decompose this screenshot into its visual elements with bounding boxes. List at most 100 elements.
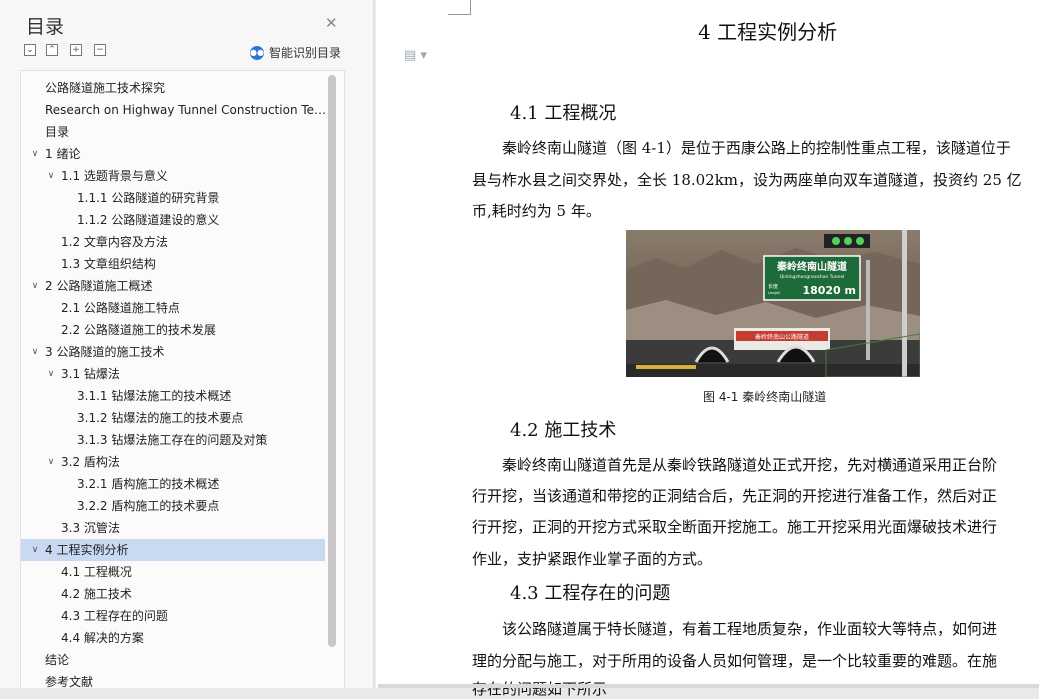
toc-item[interactable]: 目录 bbox=[21, 121, 325, 143]
toc-item-label: 1.1.2 公路隧道建设的意义 bbox=[77, 213, 220, 227]
section-heading-4-3: 4.3 工程存在的问题 bbox=[510, 583, 671, 604]
toc-item[interactable]: 4.2 施工技术 bbox=[21, 583, 325, 605]
toc-item-label: 目录 bbox=[45, 125, 70, 139]
add-heading-icon[interactable]: + bbox=[70, 44, 82, 56]
toc-item[interactable]: 4.1 工程概况 bbox=[21, 561, 325, 583]
toc-item-label: 1.1.1 公路隧道的研究背景 bbox=[77, 191, 220, 205]
smart-toc-icon: ●● bbox=[250, 45, 264, 60]
collapse-all-icon[interactable]: ⌄ bbox=[24, 44, 36, 56]
chevron-down-icon[interactable]: ∨ bbox=[29, 341, 41, 363]
toc-item-label: 3.1 钻爆法 bbox=[61, 367, 120, 381]
toc-item[interactable]: Research on Highway Tunnel Construction … bbox=[21, 99, 325, 121]
toc-item[interactable]: 2.1 公路隧道施工特点 bbox=[21, 297, 325, 319]
toc-item-label: 公路隧道施工技术探究 bbox=[45, 81, 166, 95]
doc-view-icon[interactable]: ▤ ▾ bbox=[404, 48, 427, 63]
toc-item-label: 参考文献 bbox=[45, 675, 94, 688]
toc-list: 公路隧道施工技术探究 Research on Highway Tunnel Con… bbox=[20, 70, 345, 688]
paragraph-line: 秦岭终南山隧道首先是从秦岭铁路隧道处正式开挖，先对横通道采用正台阶 bbox=[502, 456, 998, 474]
toc-item-label: 1.1 选题背景与意义 bbox=[61, 169, 168, 183]
sign-length-label: 长度 bbox=[768, 283, 778, 290]
toc-item[interactable]: 3.1.2 钻爆法的施工的技术要点 bbox=[21, 407, 325, 429]
figure-caption: 图 4-1 秦岭终南山隧道 bbox=[703, 390, 827, 404]
toc-item-label: 3.2.1 盾构施工的技术概述 bbox=[77, 477, 220, 491]
portal-banner-text: 秦岭终南山公路隧道 bbox=[755, 333, 809, 341]
chevron-down-icon[interactable]: ∨ bbox=[29, 143, 41, 165]
toc-item[interactable]: 1.1.1 公路隧道的研究背景 bbox=[21, 187, 325, 209]
toc-item-label: 3.2 盾构法 bbox=[61, 455, 120, 469]
toc-item[interactable]: 结论 bbox=[21, 649, 325, 671]
toc-item[interactable]: 4.4 解决的方案 bbox=[21, 627, 325, 649]
chevron-down-icon[interactable]: ∨ bbox=[45, 451, 57, 473]
toc-item-label: 4 工程实例分析 bbox=[45, 543, 129, 557]
sign-length-value: 18020 m bbox=[802, 284, 856, 297]
toc-item[interactable]: ∨ 3.1 钻爆法 bbox=[21, 363, 325, 385]
section-heading-4-1: 4.1 工程概况 bbox=[510, 103, 617, 124]
paragraph-line: 理的分配与施工，对于所用的设备人员如何管理，是一个比较重要的难题。在施 bbox=[472, 652, 998, 670]
toc-item[interactable]: ∨ 1.1 选题背景与意义 bbox=[21, 165, 325, 187]
toc-item[interactable]: 3.2.2 盾构施工的技术要点 bbox=[21, 495, 325, 517]
chevron-down-icon[interactable]: ∨ bbox=[45, 165, 57, 187]
sign-pinyin: Qinlingzhongnanshan Tunnel bbox=[780, 274, 845, 280]
toc-item-label: 3.2.2 盾构施工的技术要点 bbox=[77, 499, 220, 513]
toc-item[interactable]: 3.1.1 钻爆法施工的技术概述 bbox=[21, 385, 325, 407]
toc-item-label: 4.2 施工技术 bbox=[61, 587, 132, 601]
chevron-down-icon[interactable]: ∨ bbox=[29, 275, 41, 297]
smart-toc-label: 智能识别目录 bbox=[269, 46, 342, 60]
sign-length-sublabel: Length bbox=[768, 291, 780, 295]
section-heading-4-2: 4.2 施工技术 bbox=[510, 420, 617, 441]
toc-item[interactable]: 1.2 文章内容及方法 bbox=[21, 231, 325, 253]
toc-item-label: 1.3 文章组织结构 bbox=[61, 257, 156, 271]
toc-item-label: 3 公路隧道的施工技术 bbox=[45, 345, 165, 359]
paragraph-line: 行开挖，正洞的开挖方式采取全断面开挖施工。施工开挖采用光面爆破技术进行 bbox=[472, 518, 998, 536]
toc-item-label: 2 公路隧道施工概述 bbox=[45, 279, 153, 293]
toc-item-label: 3.1.3 钻爆法施工存在的问题及对策 bbox=[77, 433, 268, 447]
toc-item[interactable]: ∨ 3.2 盾构法 bbox=[21, 451, 325, 473]
toc-item-label: Research on Highway Tunnel Construction … bbox=[45, 103, 325, 117]
toc-item[interactable]: ∨ 1 绪论 bbox=[21, 143, 325, 165]
expand-all-icon[interactable]: ⌃ bbox=[46, 44, 58, 56]
paragraph-line: 币,耗时约为 5 年。 bbox=[472, 202, 601, 220]
paragraph-line: 存在的问题如下所示 bbox=[472, 680, 608, 698]
sign-title: 秦岭终南山隧道 bbox=[776, 260, 847, 273]
toc-item[interactable]: 2.2 公路隧道施工的技术发展 bbox=[21, 319, 325, 341]
toc-scrollbar-thumb[interactable] bbox=[328, 75, 336, 647]
toc-item-label: 4.1 工程概况 bbox=[61, 565, 132, 579]
chevron-down-icon[interactable]: ∨ bbox=[45, 363, 57, 385]
toc-title: 目录 bbox=[26, 16, 65, 38]
paragraph-line: 秦岭终南山隧道（图 4-1）是位于西康公路上的控制性重点工程，该隧道位于 bbox=[502, 139, 1011, 157]
chevron-down-icon[interactable]: ∨ bbox=[29, 539, 41, 561]
smart-toc-button[interactable]: ●● 智能识别目录 bbox=[250, 44, 341, 61]
toc-item[interactable]: ∨ 3 公路隧道的施工技术 bbox=[21, 341, 325, 363]
toc-item[interactable]: 3.3 沉管法 bbox=[21, 517, 325, 539]
tunnel-photo: 秦岭终南山公路隧道 秦岭终南山隧道 Qinlingzhongnanshan Tu… bbox=[626, 230, 920, 377]
toc-item[interactable]: 3.1.3 钻爆法施工存在的问题及对策 bbox=[21, 429, 325, 451]
chapter-title: 4 工程实例分析 bbox=[698, 20, 838, 44]
remove-heading-icon[interactable]: − bbox=[94, 44, 106, 56]
toc-item-label: 2.2 公路隧道施工的技术发展 bbox=[61, 323, 216, 337]
toc-scrollbar[interactable] bbox=[328, 75, 336, 655]
toc-item-label: 3.1.1 钻爆法施工的技术概述 bbox=[77, 389, 232, 403]
paragraph-line: 作业，支护紧跟作业掌子面的方式。 bbox=[472, 550, 713, 568]
paragraph-line: 行开挖，当该通道和带挖的正洞结合后，先正洞的开挖进行准备工作，然后对正 bbox=[472, 487, 998, 505]
toc-item-label: 3.1.2 钻爆法的施工的技术要点 bbox=[77, 411, 244, 425]
toc-item[interactable]: ∨ 2 公路隧道施工概述 bbox=[21, 275, 325, 297]
toc-item[interactable]: ∨ 4 工程实例分析 bbox=[21, 539, 325, 561]
toc-item-label: 3.3 沉管法 bbox=[61, 521, 120, 535]
toc-item-label: 4.4 解决的方案 bbox=[61, 631, 144, 645]
horizontal-scrollbar[interactable] bbox=[378, 684, 1039, 688]
toc-item-label: 1 绪论 bbox=[45, 147, 81, 161]
close-icon[interactable]: ✕ bbox=[325, 14, 338, 32]
paragraph-line: 该公路隧道属于特长隧道，有着工程地质复杂，作业面较大等特点，如何进 bbox=[502, 620, 998, 638]
toc-item-label: 1.2 文章内容及方法 bbox=[61, 235, 168, 249]
toc-item[interactable]: 公路隧道施工技术探究 bbox=[21, 77, 325, 99]
toc-item[interactable]: 4.3 工程存在的问题 bbox=[21, 605, 325, 627]
toc-item-label: 4.3 工程存在的问题 bbox=[61, 609, 168, 623]
toc-item[interactable]: 1.3 文章组织结构 bbox=[21, 253, 325, 275]
toc-item-label: 结论 bbox=[45, 653, 70, 667]
paragraph-line: 县与柞水县之间交界处，全长 18.02km，设为两座单向双车道隧道，投资约 25… bbox=[472, 171, 1022, 189]
toc-item[interactable]: 参考文献 bbox=[21, 671, 325, 688]
toc-item[interactable]: 3.2.1 盾构施工的技术概述 bbox=[21, 473, 325, 495]
page-margin-marker bbox=[448, 0, 471, 15]
toc-item[interactable]: 1.1.2 公路隧道建设的意义 bbox=[21, 209, 325, 231]
toc-item-label: 2.1 公路隧道施工特点 bbox=[61, 301, 180, 315]
